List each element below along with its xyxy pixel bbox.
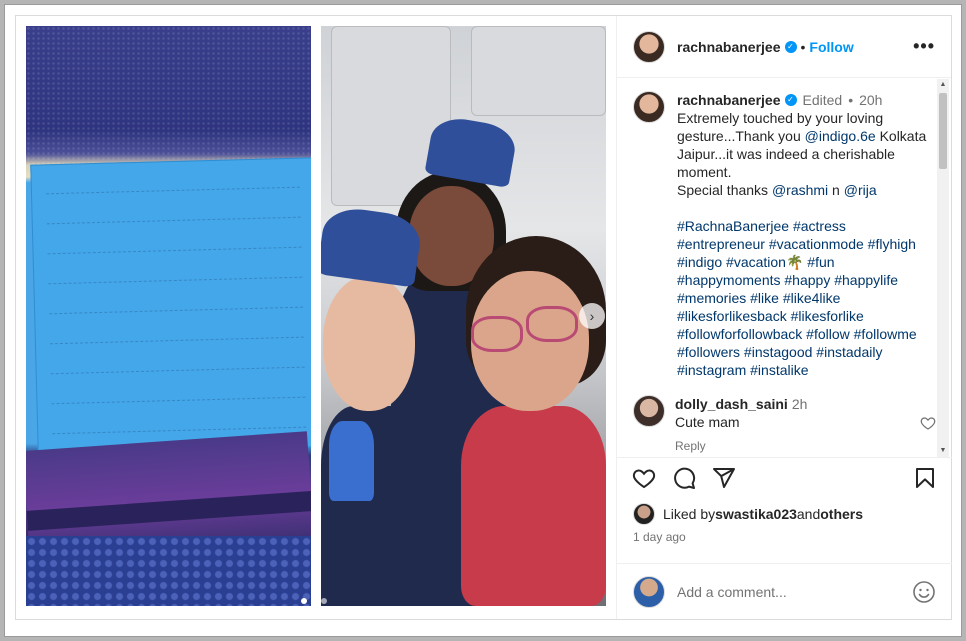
note-line <box>49 306 304 315</box>
verified-badge-icon: ✓ <box>784 40 797 53</box>
comment-like-heart-icon[interactable] <box>920 415 936 431</box>
bookmark-icon <box>916 467 934 488</box>
glasses-lens <box>526 306 578 342</box>
commenter-avatar[interactable] <box>633 395 665 427</box>
author-avatar[interactable] <box>633 30 665 63</box>
carousel-dot <box>321 598 327 604</box>
carousel-next-button[interactable]: › <box>579 303 605 329</box>
header-separator: • <box>800 38 806 55</box>
scrollbar-thumb[interactable] <box>939 93 947 169</box>
caption-header: rachnabanerjee ✓ Edited • 20h <box>677 91 929 109</box>
attendant-face <box>323 276 415 411</box>
current-user-avatar <box>633 575 665 608</box>
more-options-button[interactable]: ••• <box>913 36 935 57</box>
carousel-dots <box>301 598 327 604</box>
add-comment-bar <box>617 563 952 619</box>
carousel-dot <box>301 598 307 604</box>
save-button[interactable] <box>912 465 938 491</box>
note-line <box>46 216 301 225</box>
carousel-dot <box>311 598 317 604</box>
post-sidebar: rachnabanerjee ✓ • Follow ••• rachnabane… <box>616 16 952 619</box>
note-line <box>48 276 303 285</box>
mention-link[interactable]: @indigo.6e <box>805 128 876 144</box>
scroll-down-icon[interactable]: ▼ <box>939 447 947 455</box>
comments-scrollbar[interactable]: ▲ ▼ <box>937 79 949 457</box>
seat-pattern <box>26 26 311 166</box>
like-button[interactable] <box>631 465 657 491</box>
red-scarf <box>461 406 606 606</box>
caption: rachnabanerjee ✓ Edited • 20h Extremely … <box>633 91 936 379</box>
author-avatar[interactable] <box>633 91 665 123</box>
chocolate-box-band <box>26 491 311 531</box>
likes-others-link[interactable]: others <box>820 506 863 522</box>
comment-item: dolly_dash_saini 2h Cute mam Reply <box>633 395 936 455</box>
chevron-right-icon: › <box>589 308 595 324</box>
scroll-up-icon[interactable]: ▲ <box>939 81 947 89</box>
post-media[interactable]: › <box>16 16 615 619</box>
comment-input[interactable] <box>677 583 897 600</box>
mention-link[interactable]: @rashmi <box>772 182 828 198</box>
selfie-photo <box>321 26 606 606</box>
caption-text: Extremely touched by your loving gesture… <box>677 109 929 199</box>
edited-label: Edited <box>802 92 843 108</box>
post-modal: › rachnabanerjee ✓ • Follow ••• rachnaba… <box>15 15 952 620</box>
likes-middle: and <box>796 506 821 522</box>
comment-username[interactable]: dolly_dash_saini <box>675 396 788 412</box>
handwritten-note <box>30 157 311 455</box>
likes-summary: Liked by swastika023 and others <box>633 503 863 525</box>
likes-prefix: Liked by <box>663 506 716 522</box>
note-line <box>51 396 306 405</box>
liker-username[interactable]: swastika023 <box>715 506 797 522</box>
mention-link[interactable]: @rija <box>844 182 877 198</box>
caption-separator: • <box>848 92 854 108</box>
comment-body: dolly_dash_saini 2h Cute mam Reply <box>675 395 915 455</box>
emoji-icon[interactable] <box>912 580 936 604</box>
action-bar <box>617 457 952 497</box>
post-timestamp[interactable]: 1 day ago <box>633 530 686 544</box>
note-line <box>50 366 305 375</box>
share-button[interactable] <box>711 465 737 491</box>
caption-username[interactable]: rachnabanerjee <box>677 91 781 109</box>
comment-text: Cute mam <box>675 414 740 430</box>
note-line <box>47 246 302 255</box>
caption-text-part: Special thanks <box>677 182 772 198</box>
reply-button[interactable]: Reply <box>675 437 915 455</box>
hashtags[interactable]: #RachnaBanerjee #actress #entrepreneur #… <box>677 217 929 379</box>
caption-body: rachnabanerjee ✓ Edited • 20h Extremely … <box>677 91 929 379</box>
caption-time[interactable]: 20h <box>859 91 882 109</box>
heart-icon <box>632 468 656 488</box>
window-frame: › rachnabanerjee ✓ • Follow ••• rachnaba… <box>4 4 962 637</box>
comments-list[interactable]: rachnabanerjee ✓ Edited • 20h Extremely … <box>617 79 952 457</box>
verified-badge-icon: ✓ <box>784 94 797 106</box>
note-line <box>46 186 300 195</box>
cabin-panel <box>471 26 606 116</box>
post-header: rachnabanerjee ✓ • Follow ••• <box>617 16 951 78</box>
comment-time: 2h <box>791 396 808 412</box>
seat-fabric <box>26 536 311 606</box>
share-icon <box>713 467 735 488</box>
comment-icon <box>674 467 696 489</box>
author-username[interactable]: rachnabanerjee <box>677 39 781 55</box>
note-line <box>49 336 304 345</box>
glasses-lens <box>471 316 523 352</box>
handwritten-note-photo <box>26 26 311 606</box>
liker-avatar[interactable] <box>633 503 655 525</box>
blue-scarf <box>329 421 374 501</box>
comment-button[interactable] <box>671 465 697 491</box>
caption-text-part: n <box>828 182 844 198</box>
follow-button[interactable]: Follow <box>809 39 853 55</box>
